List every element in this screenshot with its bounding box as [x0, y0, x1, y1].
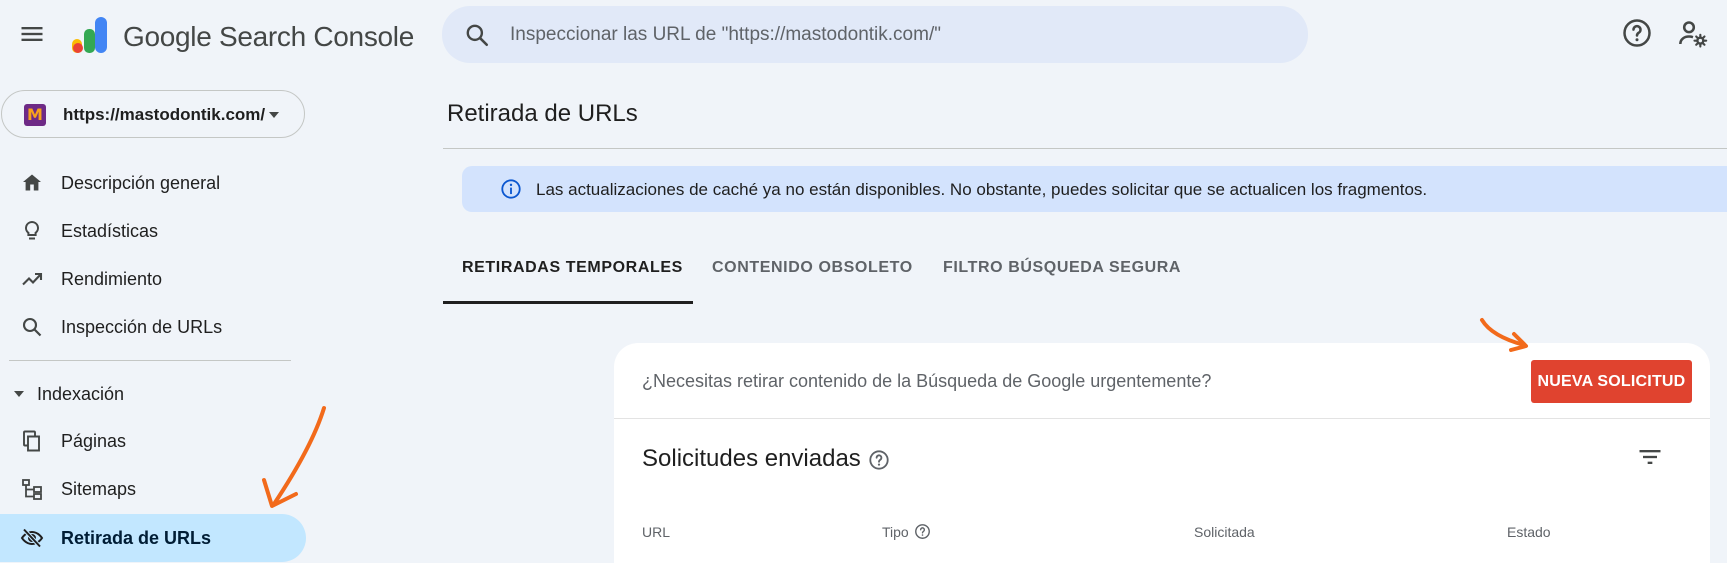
caret-down-icon [14, 391, 24, 397]
sidebar-item-label: Retirada de URLs [61, 528, 212, 548]
pages-icon [23, 430, 40, 452]
property-favicon: M [24, 104, 46, 126]
app-title: Google Search Console [123, 21, 414, 52]
property-selector[interactable]: M https://mastodontik.com/ [1, 90, 305, 138]
trending-up-icon [22, 272, 43, 286]
search-input[interactable] [510, 6, 1270, 63]
header-divider [443, 148, 1727, 149]
card-divider [614, 418, 1710, 419]
sidebar-item-pages[interactable]: Páginas [0, 418, 306, 464]
sidebar-item-url-removals[interactable]: Retirada de URLs [0, 514, 306, 562]
sidebar-section-indexing[interactable]: Indexación [0, 380, 306, 408]
column-header-requested[interactable]: Solicitada [1194, 524, 1255, 540]
column-header-url[interactable]: URL [642, 524, 670, 540]
sidebar-item-label: Sitemaps [61, 479, 137, 499]
sidebar-item-label: Páginas [61, 431, 127, 451]
sidebar-item-label: Inspección de URLs [61, 317, 223, 337]
help-icon[interactable] [868, 449, 890, 471]
urgent-removal-question: ¿Necesitas retirar contenido de la Búsqu… [642, 371, 1212, 391]
admin-settings-icon[interactable] [1677, 18, 1709, 50]
menu-icon[interactable] [18, 20, 46, 48]
search-console-logo [72, 17, 107, 53]
search-icon[interactable] [464, 22, 490, 48]
sidebar-divider [9, 360, 291, 361]
property-favicon-letter: M [27, 105, 43, 124]
tab-outdated-content[interactable]: CONTENIDO OBSOLETO [712, 259, 913, 303]
sidebar-item-label: Estadísticas [61, 221, 159, 241]
help-icon[interactable] [914, 523, 931, 540]
info-icon [501, 179, 521, 199]
column-header-status[interactable]: Estado [1507, 524, 1551, 540]
search-icon [22, 317, 42, 337]
tab-safesearch-filter[interactable]: FILTRO BÚSQUEDA SEGURA [943, 259, 1181, 303]
filter-icon[interactable] [1636, 443, 1664, 471]
sitemap-icon [22, 479, 42, 500]
sidebar-section-label: Indexación [37, 384, 125, 404]
column-header-type[interactable]: Tipo [882, 524, 909, 540]
lightbulb-icon [25, 220, 39, 240]
sidebar-item-label: Rendimiento [61, 269, 163, 289]
visibility-off-icon [20, 528, 44, 548]
home-icon [23, 174, 41, 191]
active-tab-indicator [443, 301, 693, 304]
info-banner-text: Las actualizaciones de caché ya no están… [536, 180, 1428, 199]
page-title: Retirada de URLs [447, 100, 638, 127]
url-inspection-search[interactable] [442, 6, 1308, 63]
search-console-page: Google Search Console M https://mastodon… [0, 0, 1727, 563]
chevron-down-icon [269, 112, 279, 118]
new-request-button[interactable]: NUEVA SOLICITUD [1531, 360, 1692, 403]
help-icon[interactable] [1622, 18, 1652, 48]
sidebar-item-overview[interactable]: Descripción general [0, 160, 306, 206]
sidebar-item-sitemaps[interactable]: Sitemaps [0, 466, 306, 512]
submitted-requests-title: Solicitudes enviadas [642, 445, 861, 472]
sidebar-item-url-inspection[interactable]: Inspección de URLs [0, 304, 306, 350]
info-banner: Las actualizaciones de caché ya no están… [462, 166, 1727, 212]
property-url: https://mastodontik.com/ [63, 105, 266, 124]
removals-card: ¿Necesitas retirar contenido de la Búsqu… [614, 343, 1710, 563]
sidebar-item-label: Descripción general [61, 173, 221, 193]
sidebar-item-performance[interactable]: Rendimiento [0, 256, 306, 302]
tab-temporary-removals[interactable]: RETIRADAS TEMPORALES [462, 259, 683, 303]
sidebar-item-insights[interactable]: Estadísticas [0, 208, 306, 254]
